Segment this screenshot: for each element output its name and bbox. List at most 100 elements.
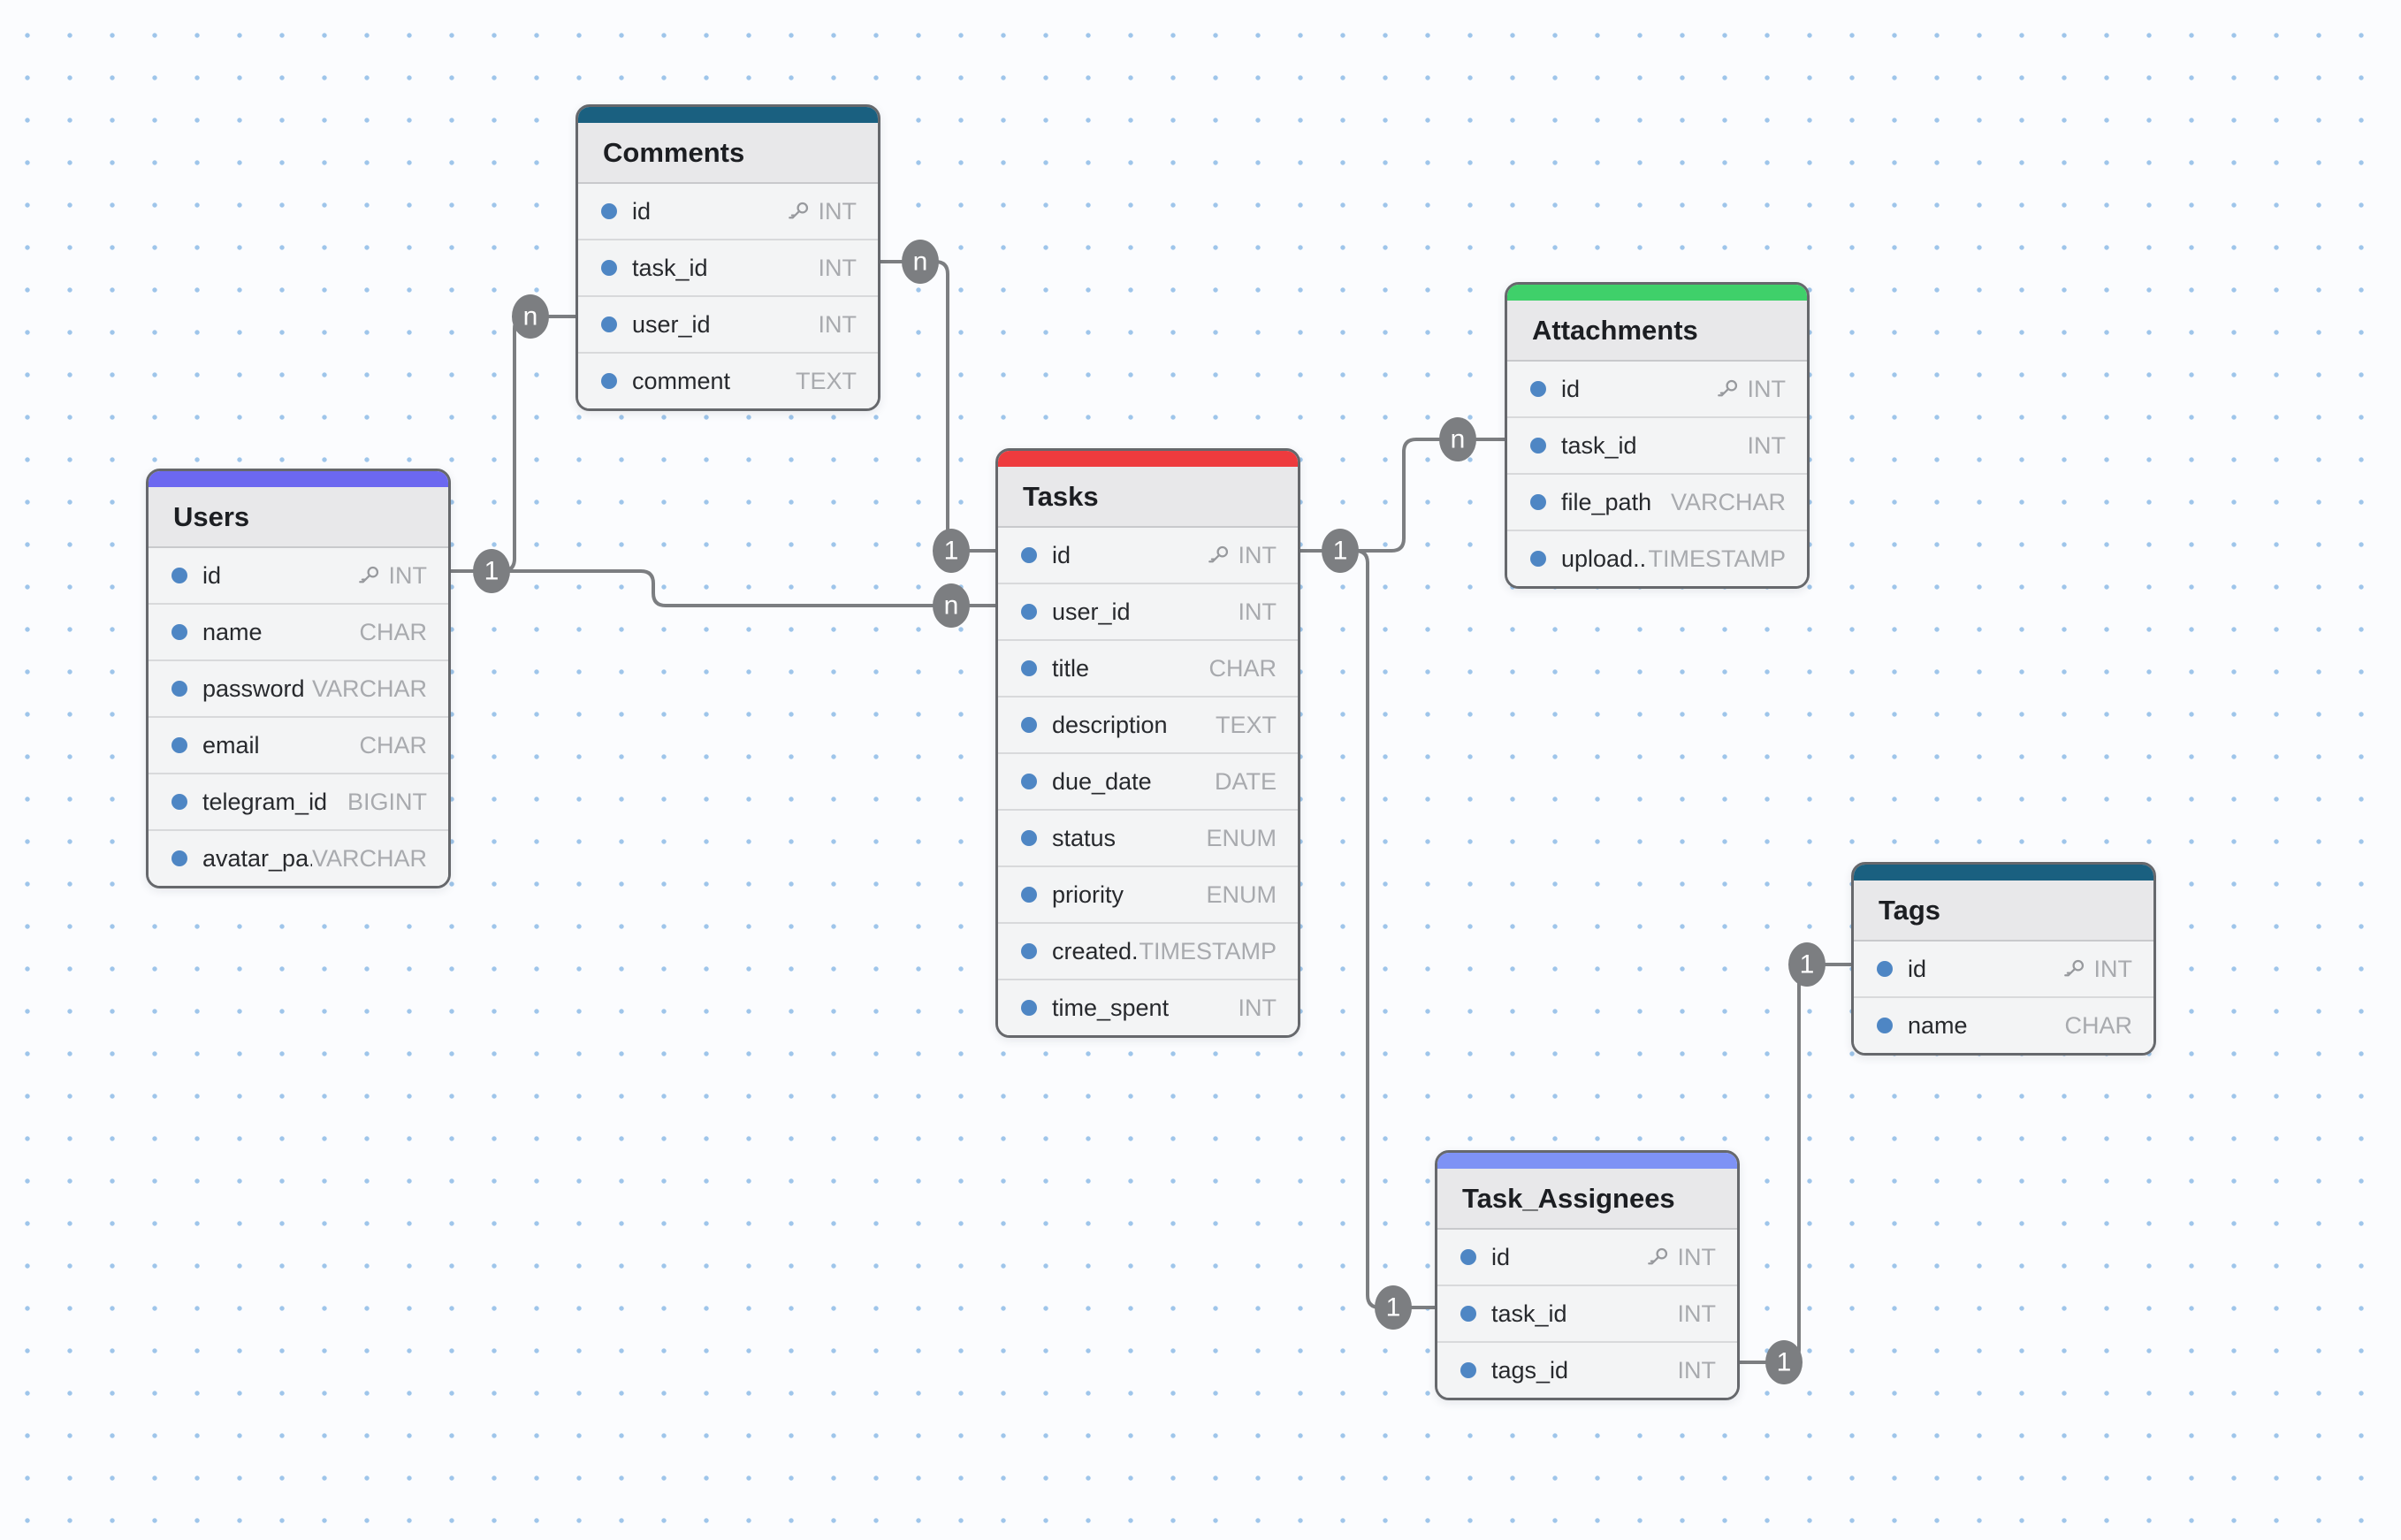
field-type: VARCHAR — [1671, 489, 1786, 516]
field-dot-icon — [172, 794, 187, 810]
primary-key-icon — [1716, 377, 1740, 401]
field-row[interactable]: name CHAR — [1854, 996, 2153, 1053]
field-row[interactable]: id INT — [578, 184, 878, 239]
field-type: ENUM — [1207, 881, 1277, 909]
table-title-label: Task_Assignees — [1462, 1183, 1675, 1215]
cardinality-badge: 1 — [933, 529, 970, 573]
field-name: user_id — [1052, 598, 1239, 626]
field-dot-icon — [1021, 717, 1037, 733]
field-row[interactable]: comment TEXT — [578, 352, 878, 408]
field-dot-icon — [601, 203, 617, 219]
field-dot-icon — [172, 568, 187, 583]
field-type: INT — [2062, 956, 2133, 983]
field-type: TIMESTAMP — [1648, 545, 1786, 573]
table-title[interactable]: Comments — [578, 123, 878, 184]
field-row[interactable]: name CHAR — [149, 603, 448, 659]
table-attachments[interactable]: Attachments id INT task_id INT file_path… — [1505, 282, 1810, 589]
cardinality-badge: n — [512, 294, 549, 339]
cardinality-badge: n — [1439, 417, 1476, 461]
field-row[interactable]: created... TIMESTAMP — [998, 922, 1298, 979]
field-row[interactable]: title CHAR — [998, 639, 1298, 696]
table-title-label: Users — [173, 501, 249, 533]
table-title[interactable]: Attachments — [1507, 301, 1807, 362]
table-title-label: Tasks — [1023, 481, 1099, 513]
field-type: TEXT — [796, 368, 857, 395]
table-tags[interactable]: Tags id INT name CHAR — [1851, 862, 2156, 1056]
field-row[interactable]: status ENUM — [998, 809, 1298, 865]
table-title[interactable]: Tasks — [998, 467, 1298, 528]
svg-text:1: 1 — [944, 537, 959, 566]
relationship-tags-task-assignees[interactable] — [1734, 964, 1853, 1362]
field-dot-icon — [1021, 774, 1037, 789]
table-title[interactable]: Users — [149, 487, 448, 548]
field-type: CHAR — [359, 619, 427, 646]
svg-text:1: 1 — [1386, 1293, 1401, 1323]
relationship-tasks-attachments[interactable] — [1295, 439, 1508, 551]
relationship-tasks-task-assignees[interactable] — [1295, 551, 1438, 1307]
field-dot-icon — [1021, 604, 1037, 620]
field-row[interactable]: tags_id INT — [1437, 1341, 1737, 1398]
field-row[interactable]: id INT — [998, 528, 1298, 583]
field-row[interactable]: time_spent INT — [998, 979, 1298, 1035]
field-dot-icon — [1530, 551, 1546, 567]
table-title[interactable]: Task_Assignees — [1437, 1169, 1737, 1230]
table-accent-bar — [1854, 865, 2153, 881]
field-name: task_id — [632, 255, 819, 282]
field-dot-icon — [172, 624, 187, 640]
field-row[interactable]: upload... TIMESTAMP — [1507, 530, 1807, 586]
field-name: upload... — [1561, 545, 1648, 573]
field-row[interactable]: priority ENUM — [998, 865, 1298, 922]
field-dot-icon — [601, 373, 617, 389]
field-row[interactable]: user_id INT — [578, 295, 878, 352]
field-row[interactable]: description TEXT — [998, 696, 1298, 752]
relationship-users-comments[interactable] — [449, 316, 579, 571]
field-name: status — [1052, 825, 1207, 852]
field-row[interactable]: task_id INT — [1507, 416, 1807, 473]
field-dot-icon — [1021, 943, 1037, 959]
field-type: CHAR — [359, 732, 427, 759]
field-dot-icon — [1530, 381, 1546, 397]
field-row[interactable]: email CHAR — [149, 716, 448, 773]
field-row[interactable]: password VARCHAR — [149, 659, 448, 716]
field-name: task_id — [1561, 432, 1748, 460]
table-title[interactable]: Tags — [1854, 881, 2153, 942]
table-tasks[interactable]: Tasks id INT user_id INT title CHAR desc… — [995, 448, 1300, 1038]
field-name: id — [1052, 542, 1207, 569]
field-row[interactable]: avatar_pa... VARCHAR — [149, 829, 448, 886]
field-dot-icon — [1460, 1249, 1476, 1265]
field-row[interactable]: user_id INT — [998, 583, 1298, 639]
cardinality-badge: 1 — [473, 549, 510, 593]
field-row[interactable]: file_path VARCHAR — [1507, 473, 1807, 530]
relationship-tasks-comments[interactable] — [875, 262, 999, 551]
field-row[interactable]: id INT — [1854, 942, 2153, 996]
field-dot-icon — [1021, 660, 1037, 676]
field-row[interactable]: telegram_id BIGINT — [149, 773, 448, 829]
field-type: CHAR — [2064, 1012, 2132, 1040]
field-name: created... — [1052, 938, 1139, 965]
field-type: INT — [357, 562, 428, 590]
table-task-assignees[interactable]: Task_Assignees id INT task_id INT tags_i… — [1435, 1150, 1740, 1400]
table-title-label: Tags — [1879, 895, 1940, 926]
field-name: avatar_pa... — [202, 845, 312, 873]
field-dot-icon — [601, 316, 617, 332]
diagram-canvas[interactable]: 1 n n n 1 1 n 1 — [0, 0, 2401, 1540]
svg-text:1: 1 — [1777, 1348, 1792, 1377]
cardinality-badge: 1 — [1375, 1285, 1412, 1330]
svg-text:1: 1 — [1333, 537, 1348, 566]
field-row[interactable]: due_date DATE — [998, 752, 1298, 809]
field-row[interactable]: id INT — [149, 548, 448, 603]
field-row[interactable]: task_id INT — [1437, 1285, 1737, 1341]
svg-text:n: n — [1451, 425, 1466, 454]
primary-key-icon — [2062, 957, 2086, 981]
field-row[interactable]: task_id INT — [578, 239, 878, 295]
field-row[interactable]: id INT — [1437, 1230, 1737, 1285]
field-dot-icon — [1877, 961, 1893, 977]
primary-key-icon — [1646, 1246, 1670, 1269]
table-users[interactable]: Users id INT name CHAR password VARCHAR … — [146, 469, 451, 888]
field-type: INT — [1678, 1357, 1717, 1384]
table-accent-bar — [149, 471, 448, 487]
field-row[interactable]: id INT — [1507, 362, 1807, 416]
field-name: telegram_id — [202, 789, 347, 816]
relationship-users-tasks[interactable] — [449, 571, 999, 606]
table-comments[interactable]: Comments id INT task_id INT user_id INT … — [575, 104, 880, 411]
